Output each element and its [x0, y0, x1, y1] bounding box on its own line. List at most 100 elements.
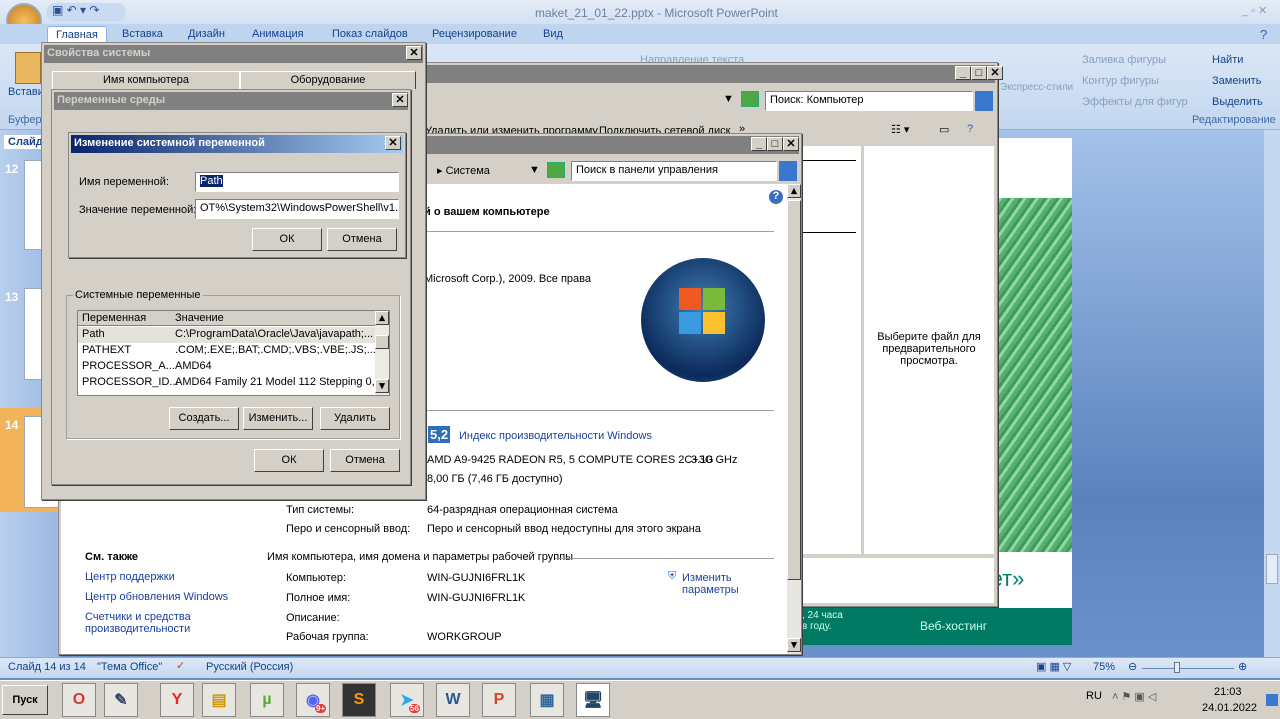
variables-list[interactable]: Переменная Значение Path C:\ProgramData\…	[77, 310, 390, 396]
help-icon[interactable]: ?	[769, 190, 783, 204]
search-icon[interactable]	[975, 91, 993, 111]
edit-button[interactable]: Изменить...	[243, 407, 313, 430]
scroll-up-button[interactable]: ▴	[787, 184, 801, 198]
taskbar-opera-icon[interactable]: O	[62, 683, 96, 717]
tab-design[interactable]: Дизайн	[188, 28, 225, 40]
scroll-thumb[interactable]	[375, 335, 389, 349]
taskbar-powerpoint-icon[interactable]: P	[482, 683, 516, 717]
change-settings-line1[interactable]: Изменить	[682, 572, 732, 584]
scroll-thumb[interactable]	[787, 200, 801, 580]
shape-fill-button[interactable]: Заливка фигуры	[1082, 54, 1166, 66]
clock-date[interactable]: 24.01.2022	[1202, 702, 1257, 714]
shape-outline-button[interactable]: Контур фигуры	[1082, 75, 1159, 87]
spellcheck-icon[interactable]: ✓	[176, 659, 185, 672]
clock-time[interactable]: 21:03	[1214, 686, 1242, 698]
zoom-level[interactable]: 75%	[1093, 661, 1115, 673]
close-button[interactable]: ✕	[987, 66, 1003, 80]
minimize-button[interactable]: _	[751, 137, 767, 151]
taskbar-discord-icon[interactable]: ◉ 9+	[296, 683, 330, 717]
column-header-value[interactable]: Значение	[175, 312, 224, 324]
tab-home[interactable]: Главная	[47, 26, 107, 43]
taskbar-paint-icon[interactable]: ✎	[104, 683, 138, 717]
list-scrollbar[interactable]: ▴ ▾	[375, 311, 389, 395]
taskbar-telegram-icon[interactable]: ➤ 56	[390, 683, 424, 717]
system-scrollbar[interactable]: ▴ ▾	[787, 184, 801, 654]
close-button[interactable]: ✕	[392, 93, 408, 107]
search-control-panel-input[interactable]: Поиск в панели управления	[571, 161, 777, 181]
tab-computer-name[interactable]: Имя компьютера	[52, 71, 240, 89]
zoom-in-icon[interactable]: ⊕	[1238, 660, 1247, 673]
scroll-thumb[interactable]	[1266, 554, 1278, 584]
start-button[interactable]: Пуск	[2, 685, 48, 715]
close-button[interactable]: ✕	[783, 137, 799, 151]
address-dropdown-icon[interactable]: ▼	[529, 164, 540, 176]
zoom-slider[interactable]: ⊖ ⊕	[1128, 661, 1250, 675]
table-row[interactable]: PROCESSOR_A... AMD64	[78, 359, 375, 375]
scroll-down-button[interactable]: ▾	[787, 638, 801, 652]
zoom-thumb[interactable]	[1174, 662, 1180, 673]
taskbar-utorrent-icon[interactable]: µ	[250, 683, 284, 717]
view-buttons[interactable]: ▣ ▦ ▽	[1036, 660, 1071, 673]
windows-update-link[interactable]: Центр обновления Windows	[85, 591, 228, 603]
column-header-variable[interactable]: Переменная	[82, 312, 146, 324]
ok-button[interactable]: ОК	[254, 449, 324, 472]
tray-icons[interactable]: ˄ ⚑ ▣ ◁	[1112, 690, 1156, 703]
refresh-icon[interactable]	[741, 91, 759, 107]
breadcrumb-system[interactable]: Система	[446, 165, 490, 177]
shape-effects-button[interactable]: Эффекты для фигур	[1082, 96, 1188, 108]
quick-access-toolbar[interactable]: ▣ ↶ ▾ ↷	[46, 3, 126, 21]
action-center-link[interactable]: Центр поддержки	[85, 571, 175, 583]
tab-animation[interactable]: Анимация	[252, 28, 304, 40]
taskbar-system-icon[interactable]: 🖥	[576, 683, 610, 717]
close-button[interactable]: ✕	[385, 136, 401, 150]
tab-review[interactable]: Рецензирование	[432, 28, 517, 40]
cancel-button[interactable]: Отмена	[327, 228, 397, 251]
scroll-up-button[interactable]: ▴	[375, 311, 389, 325]
variable-name-input[interactable]: Path	[195, 172, 399, 192]
language[interactable]: Русский (Россия)	[206, 661, 293, 673]
find-button[interactable]: Найти	[1212, 54, 1243, 66]
tab-insert[interactable]: Вставка	[122, 28, 163, 40]
tab-hardware[interactable]: Оборудование	[240, 71, 416, 89]
replace-button[interactable]: Заменить	[1212, 75, 1261, 87]
taskbar-yandex-browser-icon[interactable]: Y	[160, 683, 194, 717]
taskbar-control-panel-icon[interactable]: ▦	[530, 683, 564, 717]
address-dropdown-icon[interactable]: ▼	[723, 93, 734, 105]
taskbar-sublime-icon[interactable]: S	[342, 683, 376, 717]
zoom-out-icon[interactable]: ⊖	[1128, 660, 1137, 673]
help-icon[interactable]: ?	[1260, 27, 1267, 42]
select-button[interactable]: Выделить	[1212, 96, 1263, 108]
performance-score-badge[interactable]: 5,2	[428, 426, 451, 443]
performance-tools-link-line2[interactable]: производительности	[85, 623, 190, 635]
preview-pane-icon[interactable]: ▭	[939, 123, 949, 136]
performance-index-link[interactable]: Индекс производительности Windows	[459, 430, 652, 442]
tab-view[interactable]: Вид	[543, 28, 563, 40]
cancel-button[interactable]: Отмена	[330, 449, 400, 472]
breadcrumb[interactable]: ▸ Система	[437, 164, 490, 177]
table-row[interactable]: PROCESSOR_ID... AMD64 Family 21 Model 11…	[78, 375, 384, 391]
close-button[interactable]: ✕	[406, 46, 422, 60]
performance-tools-link[interactable]: Счетчики и средства	[85, 611, 191, 623]
ok-button[interactable]: ОК	[252, 228, 322, 251]
view-options-icon[interactable]: ☷ ▾	[891, 123, 909, 136]
scroll-down-button[interactable]: ▾	[375, 379, 389, 393]
quick-styles-button[interactable]: Экспресс-стили	[1000, 82, 1073, 93]
taskbar-file-explorer-icon[interactable]: ▤	[202, 683, 236, 717]
search-icon[interactable]	[779, 161, 797, 181]
tab-slideshow[interactable]: Показ слайдов	[332, 28, 408, 40]
variable-value-input[interactable]: OT%\System32\WindowsPowerShell\v1.0\	[195, 199, 399, 219]
maximize-button[interactable]: □	[971, 66, 987, 80]
maximize-button[interactable]: □	[767, 137, 783, 151]
table-row[interactable]: PATHEXT .COM;.EXE;.BAT;.CMD;.VBS;.VBE;.J…	[78, 343, 379, 359]
help-icon[interactable]: ?	[967, 123, 973, 135]
create-button[interactable]: Создать...	[169, 407, 239, 430]
refresh-icon[interactable]	[547, 162, 565, 178]
delete-button[interactable]: Удалить	[320, 407, 390, 430]
taskbar-word-icon[interactable]: W	[436, 683, 470, 717]
show-desktop-button[interactable]	[1266, 694, 1278, 706]
window-controls[interactable]: _ ▫ ✕	[1242, 4, 1267, 17]
table-row[interactable]: Path C:\ProgramData\Oracle\Java\javapath…	[78, 327, 375, 343]
search-computer-input[interactable]: Поиск: Компьютер	[765, 91, 973, 111]
change-settings-line2[interactable]: параметры	[682, 584, 739, 596]
change-settings-link[interactable]: Изменить параметры	[682, 572, 739, 596]
